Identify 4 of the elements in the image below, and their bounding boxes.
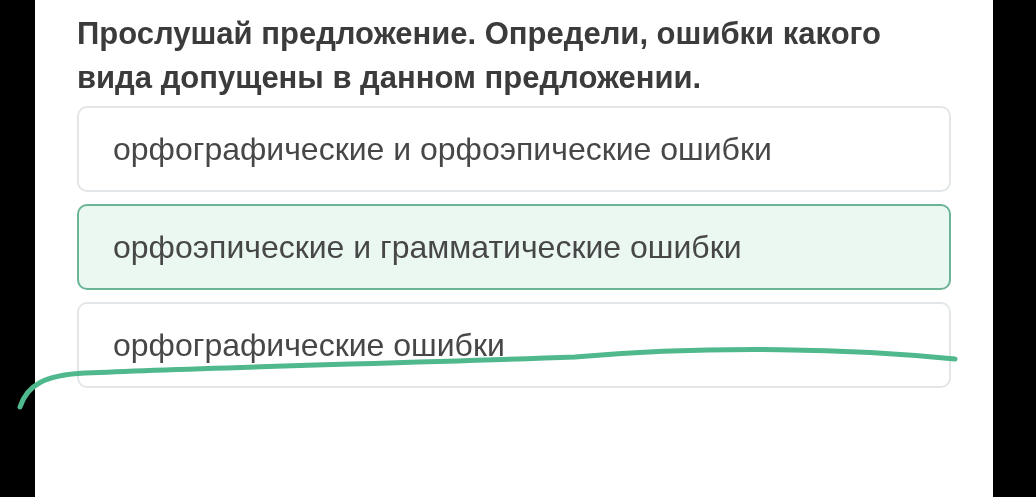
answer-option[interactable]: орфографические и орфоэпические ошибки [77, 106, 951, 192]
question-text: Прослушай предложение. Определи, ошибки какого вида допущены в данном предложении. [77, 15, 883, 97]
answer-option[interactable]: орфографические ошибки [77, 302, 951, 388]
answer-option[interactable]: орфоэпические и грамматические ошибки [77, 204, 951, 290]
